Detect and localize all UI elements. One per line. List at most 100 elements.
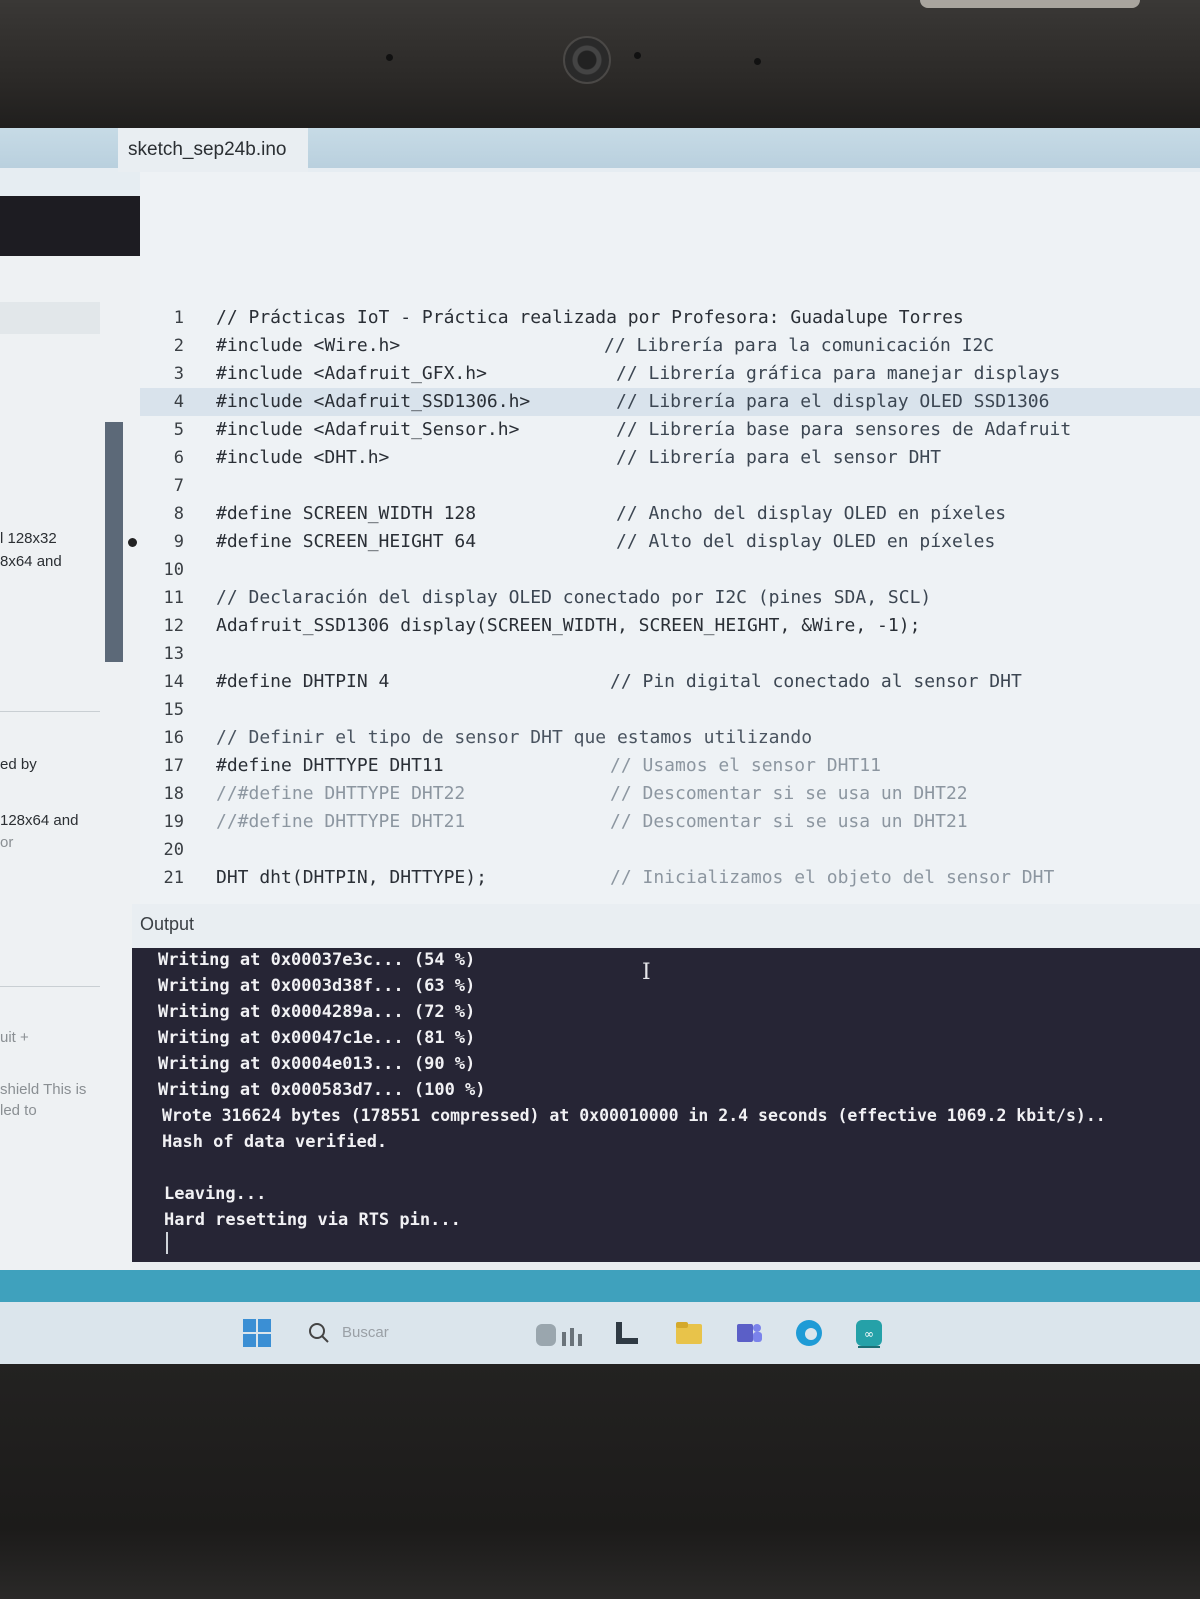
console-line: Writing at 0x000583d7... (100 %) <box>158 1080 486 1100</box>
line-number: 12 <box>163 616 184 636</box>
tab-sketch-file[interactable]: sketch_sep24b.ino <box>118 128 308 172</box>
library-description-text: shield This is <box>0 1081 87 1098</box>
library-title-text: uit + <box>0 1029 29 1046</box>
code-line-current: 4 #include <Adafruit_SSD1306.h> // Librerí… <box>140 388 1200 416</box>
library-description-text: 8x64 and <box>0 553 62 570</box>
code-text: #define DHTPIN 4 <box>216 671 390 692</box>
line-number: 4 <box>173 392 184 412</box>
code-comment: // Declaración del display OLED conectad… <box>216 587 932 608</box>
code-editor[interactable]: 1 // Prácticas IoT - Práctica realizada p… <box>128 172 1200 904</box>
code-comment: // Inicializamos el objeto del sensor DH… <box>610 867 1055 888</box>
line-number: 19 <box>163 812 184 832</box>
output-console[interactable]: Writing at 0x00037e3c... (54 %) Writing … <box>132 948 1200 1262</box>
code-text: #include <Adafruit_GFX.h> <box>216 363 487 384</box>
code-line: 5 #include <Adafruit_Sensor.h> // Librería… <box>140 416 1200 444</box>
code-text: Adafruit_SSD1306 display(SCREEN_WIDTH, S… <box>216 615 921 636</box>
console-line: Writing at 0x00047c1e... (81 %) <box>158 1028 476 1048</box>
console-line: Writing at 0x00037e3c... (54 %) <box>158 950 476 970</box>
code-line: 9 #define SCREEN_HEIGHT 64 // Alto del dis… <box>128 528 1200 556</box>
code-line: 15 <box>140 696 1200 724</box>
code-comment: //#define DHTTYPE DHT22 <box>216 783 466 804</box>
sensor-dot <box>754 58 761 65</box>
line-number: 2 <box>173 336 184 356</box>
library-author-text: ed by <box>0 756 37 773</box>
code-text: #include <Wire.h> <box>216 335 401 356</box>
code-text: #define DHTTYPE DHT11 <box>216 755 444 776</box>
code-line: 2 #include <Wire.h> // Librería para la co… <box>140 332 1200 360</box>
windows-start-icon[interactable] <box>242 1318 272 1348</box>
output-panel-header[interactable]: Output <box>132 904 1200 948</box>
line-number: 17 <box>163 756 184 776</box>
code-line: 3 #include <Adafruit_GFX.h> // Librería gr… <box>140 360 1200 388</box>
code-line: 1 // Prácticas IoT - Práctica realizada p… <box>140 304 1200 332</box>
code-text: #include <Adafruit_Sensor.h> <box>216 419 520 440</box>
panel-scrollbar[interactable] <box>105 422 123 662</box>
window-bottom-accent <box>0 1270 1200 1302</box>
console-line: Writing at 0x0004e013... (90 %) <box>158 1054 476 1074</box>
code-comment: // Ancho del display OLED en píxeles <box>616 503 1007 524</box>
code-comment: // Librería para el display OLED SSD1306 <box>616 391 1050 412</box>
breakpoint-icon[interactable] <box>128 538 137 547</box>
console-line: Wrote 316624 bytes (178551 compressed) a… <box>162 1106 1106 1125</box>
code-comment: // Librería para el sensor DHT <box>616 447 942 468</box>
file-explorer-icon[interactable] <box>674 1318 704 1348</box>
code-line: 12 Adafruit_SSD1306 display(SCREEN_WIDTH,… <box>140 612 1200 640</box>
arduino-ide-icon[interactable]: ∞ <box>854 1318 884 1348</box>
code-line: 19 //#define DHTTYPE DHT21 // Descomentar … <box>140 808 1200 836</box>
code-comment: // Usamos el sensor DHT11 <box>610 755 881 776</box>
line-number: 15 <box>163 700 184 720</box>
line-number: 7 <box>173 476 184 496</box>
library-search-field[interactable] <box>0 302 100 334</box>
task-view-icon[interactable] <box>612 1318 642 1348</box>
laptop-bezel-bottom <box>0 1364 1200 1599</box>
taskbar-search-input[interactable]: Buscar <box>342 1318 389 1348</box>
divider <box>0 986 100 987</box>
line-number: 20 <box>163 840 184 860</box>
search-icon[interactable] <box>308 1318 330 1348</box>
teams-icon[interactable] <box>734 1318 764 1348</box>
sensor-dot <box>386 54 393 61</box>
line-number: 6 <box>173 448 184 468</box>
code-comment: // Librería base para sensores de Adafru… <box>616 419 1072 440</box>
library-description-text: l 128x32 <box>0 530 57 547</box>
code-text: #define SCREEN_HEIGHT 64 <box>216 531 477 552</box>
code-text: #include <Adafruit_SSD1306.h> <box>216 391 531 412</box>
code-line: 13 <box>140 640 1200 668</box>
line-number: 16 <box>163 728 184 748</box>
line-number: 13 <box>163 644 184 664</box>
mouse-ibeam-icon: I <box>642 960 651 985</box>
code-line: 20 <box>140 836 1200 864</box>
sensor-dot <box>634 52 641 59</box>
code-text: #define SCREEN_WIDTH 128 <box>216 503 477 524</box>
code-line: 18 //#define DHTTYPE DHT22 // Descomentar … <box>140 780 1200 808</box>
code-comment: // Librería para la comunicación I2C <box>604 335 995 356</box>
library-panel: l 128x32 8x64 and ed by 128x64 and or ui… <box>0 256 140 1390</box>
library-description-text: 128x64 and <box>0 812 79 829</box>
console-line: Writing at 0x0004289a... (72 %) <box>158 1002 476 1022</box>
line-number: 5 <box>173 420 184 440</box>
console-line: Hash of data verified. <box>162 1132 388 1152</box>
code-line: 8 #define SCREEN_WIDTH 128 // Ancho del di… <box>140 500 1200 528</box>
code-text: DHT dht(DHTPIN, DHTTYPE); <box>216 867 487 888</box>
line-number: 8 <box>173 504 184 524</box>
code-comment: // Pin digital conectado al sensor DHT <box>610 671 1022 692</box>
line-number: 9 <box>173 532 184 552</box>
edge-browser-icon[interactable] <box>794 1318 824 1348</box>
line-number: 18 <box>163 784 184 804</box>
code-line: 11 // Declaración del display OLED conect… <box>140 584 1200 612</box>
line-number: 11 <box>163 588 184 608</box>
text-cursor <box>166 1232 168 1254</box>
library-description-text: led to <box>0 1102 37 1119</box>
code-comment: // Descomentar si se usa un DHT21 <box>610 811 968 832</box>
code-text: // Prácticas IoT - Práctica realizada po… <box>216 307 964 328</box>
line-number: 3 <box>173 364 184 384</box>
library-description-text: or <box>0 834 14 851</box>
light-glare <box>920 0 1140 8</box>
code-line: 14 #define DHTPIN 4 // Pin digital conecta… <box>140 668 1200 696</box>
code-line: 6 #include <DHT.h> // Librería para el sen… <box>140 444 1200 472</box>
console-line: Hard resetting via RTS pin... <box>164 1210 461 1230</box>
code-comment: // Librería gráfica para manejar display… <box>616 363 1061 384</box>
widgets-icon[interactable] <box>534 1318 590 1348</box>
line-number: 21 <box>163 868 184 888</box>
line-number: 14 <box>163 672 184 692</box>
